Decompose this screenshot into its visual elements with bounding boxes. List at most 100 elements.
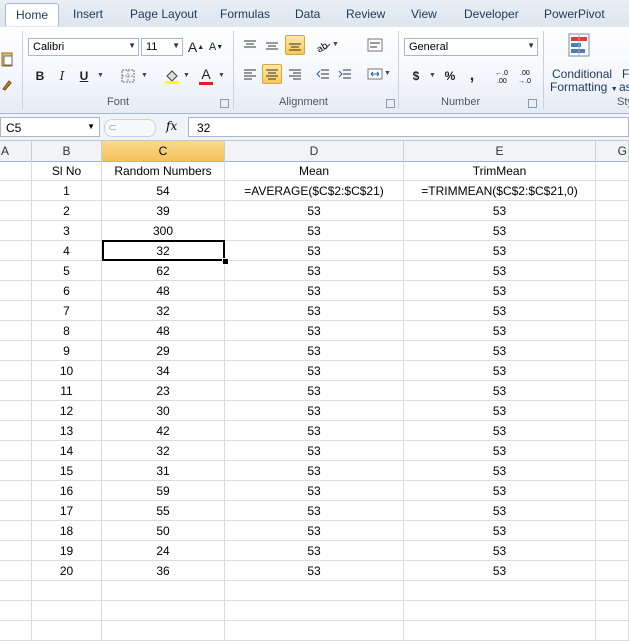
cell-random-number[interactable]: 62 [102,261,225,281]
cell[interactable] [596,221,629,241]
cell-random-number[interactable]: 300 [102,221,225,241]
orientation-icon[interactable]: ab [313,35,333,55]
cell[interactable] [0,281,32,301]
cell-mean[interactable]: 53 [225,461,404,481]
insert-function-icon[interactable]: fx [166,119,177,133]
cell-random-number[interactable]: 29 [102,341,225,361]
cell-mean[interactable]: 53 [225,561,404,581]
cell[interactable] [225,581,404,601]
increase-decimal-icon[interactable]: ←.0.00 [494,66,514,86]
cell-trimmean[interactable]: 53 [404,561,596,581]
cell-mean[interactable]: 53 [225,441,404,461]
cell-trimmean[interactable]: 53 [404,421,596,441]
cell[interactable] [0,161,32,181]
cell[interactable] [596,241,629,261]
currency-button[interactable]: $ [406,66,426,86]
cell-trimmean[interactable]: 53 [404,501,596,521]
cell[interactable] [102,621,225,641]
cell[interactable] [0,601,32,621]
percent-button[interactable]: % [440,66,460,86]
cell[interactable] [404,621,596,641]
tab-insert[interactable]: Insert [73,7,103,21]
cell-sl-no[interactable]: 13 [32,421,102,441]
cell-sl-no[interactable]: 4 [32,241,102,261]
align-middle-icon[interactable] [262,35,282,55]
cell[interactable] [0,481,32,501]
cell[interactable] [596,281,629,301]
column-header-g[interactable]: G [596,141,629,161]
paste-icon[interactable] [0,49,14,69]
shrink-font-button[interactable]: A ▼ [206,37,226,57]
cell-sl-no[interactable]: 17 [32,501,102,521]
cell[interactable] [0,461,32,481]
cell-random-number[interactable]: 54 [102,181,225,201]
cell[interactable] [0,381,32,401]
cell[interactable] [596,461,629,481]
font-dialog-launcher-icon[interactable] [220,99,229,108]
decrease-indent-icon[interactable] [313,64,333,84]
cell[interactable] [225,621,404,641]
cell[interactable] [0,241,32,261]
column-header-b[interactable]: B [32,141,102,161]
cell-mean[interactable]: 53 [225,401,404,421]
cell[interactable] [404,581,596,601]
tab-review[interactable]: Review [346,7,385,21]
cell[interactable] [596,521,629,541]
cell-trimmean[interactable]: 53 [404,221,596,241]
cell-random-number[interactable]: 23 [102,381,225,401]
cell-sl-no[interactable]: 18 [32,521,102,541]
cell-mean[interactable]: 53 [225,281,404,301]
font-color-button[interactable]: A [196,64,216,84]
cell-mean[interactable]: 53 [225,421,404,441]
wrap-text-icon[interactable] [365,35,385,55]
header-sl-no[interactable]: Sl No [32,161,102,181]
cell-sl-no[interactable]: 7 [32,301,102,321]
cell-sl-no[interactable]: 5 [32,261,102,281]
cell-mean[interactable]: 53 [225,541,404,561]
cell[interactable] [225,601,404,621]
cell-random-number[interactable]: 34 [102,361,225,381]
cell[interactable] [404,601,596,621]
column-header-a[interactable]: A [0,141,32,161]
cell-random-number[interactable]: 32 [102,301,225,321]
cell-trimmean[interactable]: 53 [404,321,596,341]
cell[interactable] [0,581,32,601]
cell-mean[interactable]: 53 [225,241,404,261]
cell-mean[interactable]: =AVERAGE($C$2:$C$21) [225,181,404,201]
cell-random-number[interactable]: 55 [102,501,225,521]
cell-trimmean[interactable]: 53 [404,361,596,381]
cell-trimmean[interactable]: 53 [404,521,596,541]
align-top-icon[interactable] [240,35,260,55]
cell-mean[interactable]: 53 [225,501,404,521]
tab-page-layout[interactable]: Page Layout [130,7,197,21]
cell[interactable] [0,181,32,201]
cell-mean[interactable]: 53 [225,381,404,401]
cell[interactable] [0,521,32,541]
cell[interactable] [102,581,225,601]
cell-random-number[interactable]: 30 [102,401,225,421]
chevron-down-icon[interactable]: ▼ [429,72,436,79]
cell-random-number[interactable]: 48 [102,281,225,301]
cell[interactable] [0,421,32,441]
cell-sl-no[interactable]: 1 [32,181,102,201]
borders-icon[interactable] [118,66,138,86]
chevron-down-icon[interactable]: ▼ [384,70,391,77]
decrease-decimal-icon[interactable]: .00 →.0 [517,66,537,86]
format-as-table-label[interactable]: F [622,67,629,81]
font-name-combo[interactable]: Calibri ▼ [28,38,139,56]
tab-developer[interactable]: Developer [464,7,519,21]
name-box[interactable]: C5 ▼ [0,117,100,137]
cell-random-number[interactable]: 31 [102,461,225,481]
italic-button[interactable]: I [52,66,72,86]
cell[interactable] [0,621,32,641]
cell-sl-no[interactable]: 15 [32,461,102,481]
cell-trimmean[interactable]: 53 [404,401,596,421]
tab-powerpivot[interactable]: PowerPivot [544,7,605,21]
cell[interactable] [32,581,102,601]
cell[interactable] [0,361,32,381]
cell[interactable] [596,381,629,401]
align-center-icon[interactable] [262,64,282,84]
cell-trimmean[interactable]: 53 [404,241,596,261]
cell-trimmean[interactable]: 53 [404,381,596,401]
formula-input[interactable]: 32 [188,117,629,137]
